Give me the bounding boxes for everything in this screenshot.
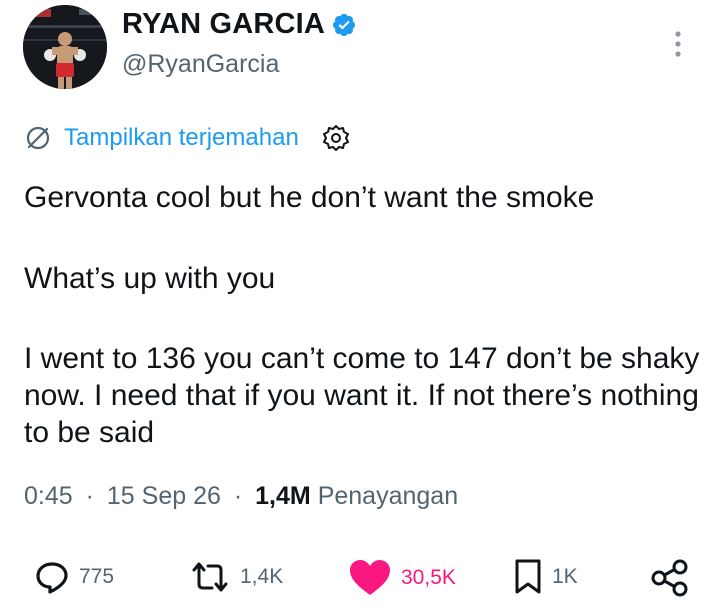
tweet-time[interactable]: 0:45 [24,482,73,510]
views-count[interactable]: 1,4M [255,482,311,510]
avatar[interactable] [23,5,107,89]
reply-button[interactable]: 775 [33,558,114,596]
tweet-meta: 0:45 · 15 Sep 26 · 1,4M Penayangan [24,482,458,511]
boxer-avatar [23,5,107,89]
views-label[interactable]: Penayangan [318,482,458,510]
tweet: RYAN GARCIA @RyanGarcia Tampilkan terjem… [0,0,720,612]
heart-icon [350,560,390,595]
more-vertical-icon[interactable] [666,26,690,62]
like-button[interactable]: 30,5K [347,558,456,598]
tweet-date[interactable]: 15 Sep 26 [107,482,221,510]
bookmark-count: 1K [552,565,578,588]
meta-separator: · [85,482,94,510]
tweet-text-paragraph-2: What’s up with you [24,262,276,295]
repost-button[interactable]: 1,4K [188,558,283,596]
author-handle[interactable]: @RyanGarcia [122,50,279,79]
bookmark-icon [515,559,541,594]
reply-count: 775 [79,565,115,588]
verified-badge-icon [331,12,357,38]
translate-icon[interactable] [24,124,52,152]
tweet-text-paragraph-1: Gervonta cool but he don’t want the smok… [24,181,595,214]
share-icon [651,559,688,597]
translate-link[interactable]: Tampilkan terjemahan [64,124,299,152]
share-button[interactable] [650,558,690,598]
tweet-text-paragraph-3: I went to 136 you can’t come to 147 don’… [24,342,700,449]
bookmark-button[interactable]: 1K [512,558,578,596]
meta-separator: · [233,482,243,510]
repost-icon [192,562,228,592]
like-count: 30,5K [401,566,456,589]
repost-count: 1,4K [240,565,284,588]
author-name-row[interactable]: RYAN GARCIA [122,8,357,41]
display-name[interactable]: RYAN GARCIA [122,8,325,41]
translate-row: Tampilkan terjemahan [24,123,351,153]
reply-icon [36,562,68,594]
gear-icon[interactable] [321,123,351,153]
